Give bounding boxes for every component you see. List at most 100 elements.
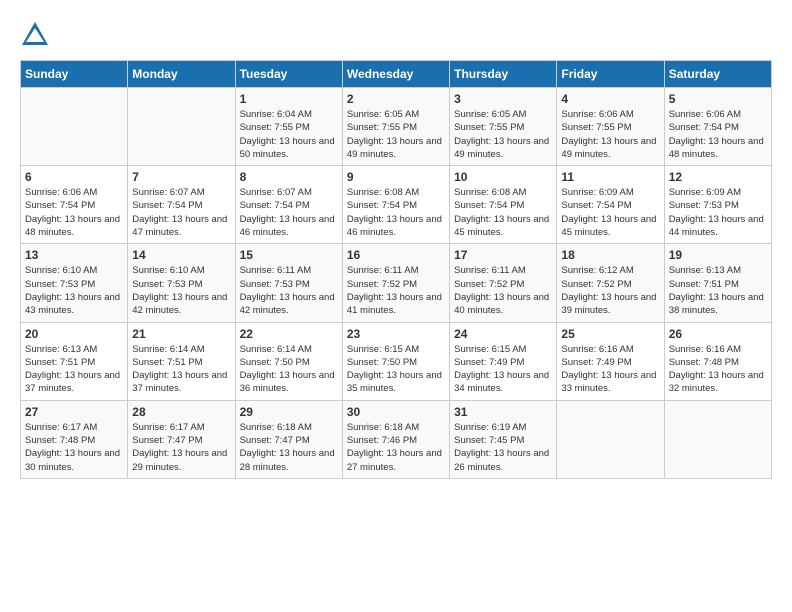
day-info: Sunrise: 6:08 AM Sunset: 7:54 PM Dayligh… xyxy=(347,186,445,239)
calendar-cell: 8 Sunrise: 6:07 AM Sunset: 7:54 PM Daylig… xyxy=(235,166,342,244)
day-number: 2 xyxy=(347,92,445,106)
calendar-cell: 3 Sunrise: 6:05 AM Sunset: 7:55 PM Daylig… xyxy=(450,88,557,166)
header-thursday: Thursday xyxy=(450,61,557,88)
calendar-cell: 29 Sunrise: 6:18 AM Sunset: 7:47 PM Dayli… xyxy=(235,400,342,478)
calendar-cell xyxy=(664,400,771,478)
calendar-cell: 30 Sunrise: 6:18 AM Sunset: 7:46 PM Dayli… xyxy=(342,400,449,478)
day-info: Sunrise: 6:09 AM Sunset: 7:54 PM Dayligh… xyxy=(561,186,659,239)
day-number: 25 xyxy=(561,327,659,341)
day-number: 17 xyxy=(454,248,552,262)
day-number: 18 xyxy=(561,248,659,262)
calendar-body: 1Sunrise: 6:04 AM Sunset: 7:55 PM Daylig… xyxy=(21,88,772,479)
day-info: Sunrise: 6:18 AM Sunset: 7:47 PM Dayligh… xyxy=(240,421,338,474)
header-sunday: Sunday xyxy=(21,61,128,88)
day-info: Sunrise: 6:05 AM Sunset: 7:55 PM Dayligh… xyxy=(454,108,552,161)
calendar-cell xyxy=(128,88,235,166)
day-number: 4 xyxy=(561,92,659,106)
calendar-cell: 7 Sunrise: 6:07 AM Sunset: 7:54 PM Daylig… xyxy=(128,166,235,244)
day-number: 22 xyxy=(240,327,338,341)
calendar-table: SundayMondayTuesdayWednesdayThursdayFrid… xyxy=(20,60,772,479)
day-number: 27 xyxy=(25,405,123,419)
calendar-cell: 13Sunrise: 6:10 AM Sunset: 7:53 PM Dayli… xyxy=(21,244,128,322)
day-info: Sunrise: 6:11 AM Sunset: 7:53 PM Dayligh… xyxy=(240,264,338,317)
header-saturday: Saturday xyxy=(664,61,771,88)
day-number: 14 xyxy=(132,248,230,262)
day-number: 3 xyxy=(454,92,552,106)
calendar-cell: 28Sunrise: 6:17 AM Sunset: 7:47 PM Dayli… xyxy=(128,400,235,478)
day-info: Sunrise: 6:05 AM Sunset: 7:55 PM Dayligh… xyxy=(347,108,445,161)
calendar-cell: 10 Sunrise: 6:08 AM Sunset: 7:54 PM Dayli… xyxy=(450,166,557,244)
day-info: Sunrise: 6:07 AM Sunset: 7:54 PM Dayligh… xyxy=(132,186,230,239)
page-header xyxy=(20,20,772,50)
calendar-cell: 25 Sunrise: 6:16 AM Sunset: 7:49 PM Dayli… xyxy=(557,322,664,400)
day-info: Sunrise: 6:06 AM Sunset: 7:55 PM Dayligh… xyxy=(561,108,659,161)
calendar-cell xyxy=(21,88,128,166)
calendar-cell: 2 Sunrise: 6:05 AM Sunset: 7:55 PM Daylig… xyxy=(342,88,449,166)
day-info: Sunrise: 6:12 AM Sunset: 7:52 PM Dayligh… xyxy=(561,264,659,317)
day-number: 7 xyxy=(132,170,230,184)
day-number: 9 xyxy=(347,170,445,184)
day-info: Sunrise: 6:16 AM Sunset: 7:49 PM Dayligh… xyxy=(561,343,659,396)
calendar-cell: 16Sunrise: 6:11 AM Sunset: 7:52 PM Dayli… xyxy=(342,244,449,322)
logo xyxy=(20,20,54,50)
day-number: 26 xyxy=(669,327,767,341)
day-number: 21 xyxy=(132,327,230,341)
day-info: Sunrise: 6:10 AM Sunset: 7:53 PM Dayligh… xyxy=(132,264,230,317)
day-number: 5 xyxy=(669,92,767,106)
day-number: 8 xyxy=(240,170,338,184)
calendar-cell: 6Sunrise: 6:06 AM Sunset: 7:54 PM Daylig… xyxy=(21,166,128,244)
day-info: Sunrise: 6:06 AM Sunset: 7:54 PM Dayligh… xyxy=(25,186,123,239)
calendar-cell: 11 Sunrise: 6:09 AM Sunset: 7:54 PM Dayli… xyxy=(557,166,664,244)
day-number: 24 xyxy=(454,327,552,341)
calendar-cell: 18 Sunrise: 6:12 AM Sunset: 7:52 PM Dayli… xyxy=(557,244,664,322)
day-info: Sunrise: 6:19 AM Sunset: 7:45 PM Dayligh… xyxy=(454,421,552,474)
day-number: 30 xyxy=(347,405,445,419)
calendar-cell: 21 Sunrise: 6:14 AM Sunset: 7:51 PM Dayli… xyxy=(128,322,235,400)
day-number: 15 xyxy=(240,248,338,262)
header-monday: Monday xyxy=(128,61,235,88)
day-info: Sunrise: 6:14 AM Sunset: 7:50 PM Dayligh… xyxy=(240,343,338,396)
day-number: 20 xyxy=(25,327,123,341)
day-info: Sunrise: 6:15 AM Sunset: 7:50 PM Dayligh… xyxy=(347,343,445,396)
calendar-cell: 12Sunrise: 6:09 AM Sunset: 7:53 PM Dayli… xyxy=(664,166,771,244)
day-info: Sunrise: 6:17 AM Sunset: 7:48 PM Dayligh… xyxy=(25,421,123,474)
header-tuesday: Tuesday xyxy=(235,61,342,88)
day-info: Sunrise: 6:06 AM Sunset: 7:54 PM Dayligh… xyxy=(669,108,767,161)
calendar-cell: 1Sunrise: 6:04 AM Sunset: 7:55 PM Daylig… xyxy=(235,88,342,166)
week-row-4: 20 Sunrise: 6:13 AM Sunset: 7:51 PM Dayli… xyxy=(21,322,772,400)
calendar-cell: 17 Sunrise: 6:11 AM Sunset: 7:52 PM Dayli… xyxy=(450,244,557,322)
week-row-1: 1Sunrise: 6:04 AM Sunset: 7:55 PM Daylig… xyxy=(21,88,772,166)
day-info: Sunrise: 6:08 AM Sunset: 7:54 PM Dayligh… xyxy=(454,186,552,239)
day-number: 19 xyxy=(669,248,767,262)
calendar-cell: 19 Sunrise: 6:13 AM Sunset: 7:51 PM Dayli… xyxy=(664,244,771,322)
calendar-cell: 31 Sunrise: 6:19 AM Sunset: 7:45 PM Dayli… xyxy=(450,400,557,478)
calendar-cell: 24 Sunrise: 6:15 AM Sunset: 7:49 PM Dayli… xyxy=(450,322,557,400)
calendar-cell: 9 Sunrise: 6:08 AM Sunset: 7:54 PM Daylig… xyxy=(342,166,449,244)
calendar-cell: 26 Sunrise: 6:16 AM Sunset: 7:48 PM Dayli… xyxy=(664,322,771,400)
day-number: 31 xyxy=(454,405,552,419)
day-info: Sunrise: 6:10 AM Sunset: 7:53 PM Dayligh… xyxy=(25,264,123,317)
day-info: Sunrise: 6:13 AM Sunset: 7:51 PM Dayligh… xyxy=(669,264,767,317)
calendar-header-row: SundayMondayTuesdayWednesdayThursdayFrid… xyxy=(21,61,772,88)
day-info: Sunrise: 6:04 AM Sunset: 7:55 PM Dayligh… xyxy=(240,108,338,161)
day-info: Sunrise: 6:14 AM Sunset: 7:51 PM Dayligh… xyxy=(132,343,230,396)
day-info: Sunrise: 6:15 AM Sunset: 7:49 PM Dayligh… xyxy=(454,343,552,396)
calendar-cell xyxy=(557,400,664,478)
day-number: 11 xyxy=(561,170,659,184)
day-info: Sunrise: 6:13 AM Sunset: 7:51 PM Dayligh… xyxy=(25,343,123,396)
day-info: Sunrise: 6:11 AM Sunset: 7:52 PM Dayligh… xyxy=(454,264,552,317)
day-info: Sunrise: 6:18 AM Sunset: 7:46 PM Dayligh… xyxy=(347,421,445,474)
calendar-cell: 23 Sunrise: 6:15 AM Sunset: 7:50 PM Dayli… xyxy=(342,322,449,400)
day-info: Sunrise: 6:07 AM Sunset: 7:54 PM Dayligh… xyxy=(240,186,338,239)
day-info: Sunrise: 6:16 AM Sunset: 7:48 PM Dayligh… xyxy=(669,343,767,396)
calendar-cell: 20 Sunrise: 6:13 AM Sunset: 7:51 PM Dayli… xyxy=(21,322,128,400)
day-number: 23 xyxy=(347,327,445,341)
header-friday: Friday xyxy=(557,61,664,88)
day-info: Sunrise: 6:17 AM Sunset: 7:47 PM Dayligh… xyxy=(132,421,230,474)
day-info: Sunrise: 6:09 AM Sunset: 7:53 PM Dayligh… xyxy=(669,186,767,239)
calendar-cell: 5 Sunrise: 6:06 AM Sunset: 7:54 PM Daylig… xyxy=(664,88,771,166)
calendar-cell: 14 Sunrise: 6:10 AM Sunset: 7:53 PM Dayli… xyxy=(128,244,235,322)
day-number: 29 xyxy=(240,405,338,419)
day-number: 10 xyxy=(454,170,552,184)
day-number: 16 xyxy=(347,248,445,262)
